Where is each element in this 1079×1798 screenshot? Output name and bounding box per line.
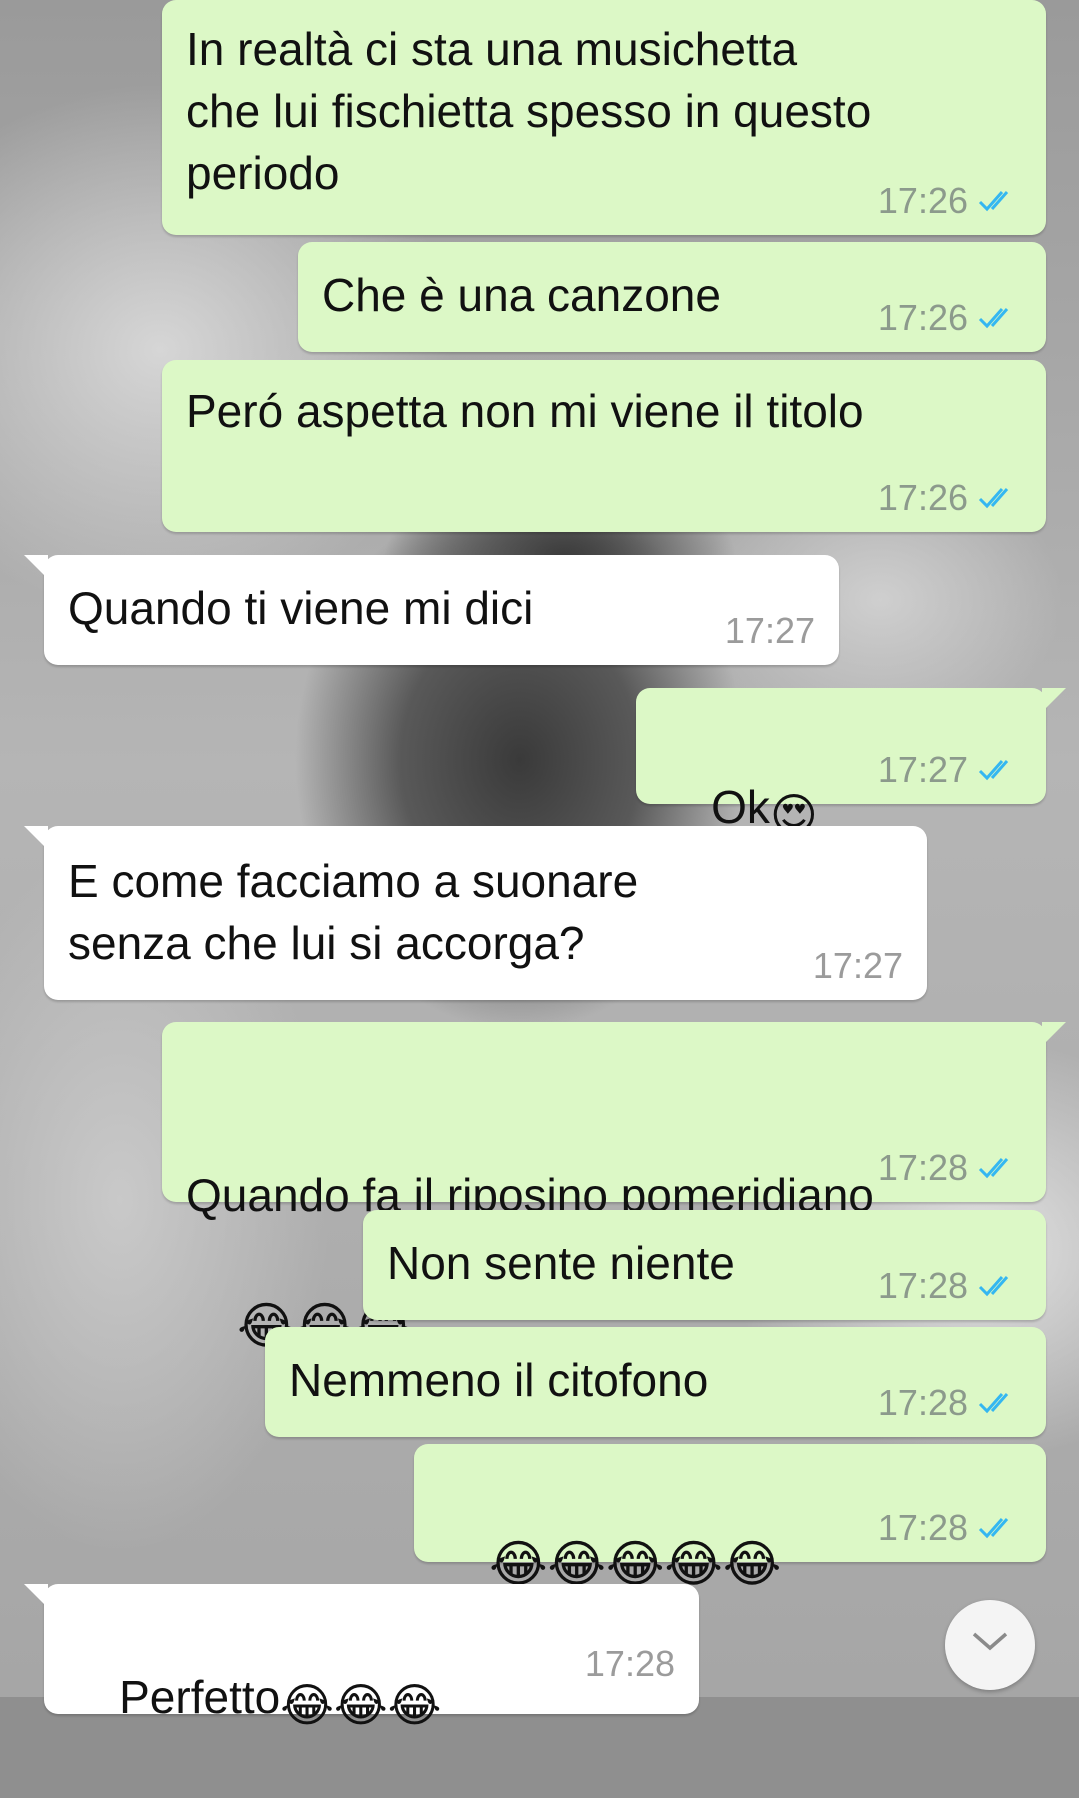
double-check-icon bbox=[978, 1155, 1022, 1181]
double-check-icon bbox=[978, 1273, 1022, 1299]
message-time: 17:27 bbox=[812, 945, 903, 986]
double-check-icon bbox=[978, 188, 1022, 214]
double-check-icon bbox=[978, 757, 1022, 783]
message-meta: 17:28 bbox=[878, 1148, 1022, 1188]
message-meta: 17:26 bbox=[878, 181, 1022, 221]
message-text: Peró aspetta non mi viene il titolo bbox=[186, 385, 864, 437]
message-text: Quando ti viene mi dici bbox=[68, 582, 534, 634]
message-bubble-outgoing[interactable]: In realtà ci sta una musichetta che lui … bbox=[162, 0, 1046, 235]
message-meta: 17:27 bbox=[813, 946, 903, 986]
message-bubble-outgoing[interactable]: Ok😍 17:27 bbox=[636, 688, 1066, 841]
double-check-icon bbox=[978, 305, 1022, 331]
message-bubble-outgoing[interactable]: Che è una canzone 17:26 bbox=[298, 242, 1046, 352]
double-check-icon bbox=[978, 1390, 1022, 1416]
message-text: Perfetto😂😂😂 bbox=[68, 1604, 441, 1798]
message-text: In realtà ci sta una musichetta che lui … bbox=[186, 23, 872, 199]
message-time: 17:27 bbox=[724, 610, 815, 651]
message-meta: 17:27 bbox=[725, 611, 815, 651]
message-time: 17:28 bbox=[877, 1382, 968, 1423]
double-check-icon bbox=[978, 485, 1022, 511]
message-bubble-outgoing[interactable]: Peró aspetta non mi viene il titolo 17:2… bbox=[162, 360, 1046, 532]
message-time: 17:28 bbox=[877, 1147, 968, 1188]
message-time: 17:26 bbox=[877, 297, 968, 338]
message-time: 17:27 bbox=[877, 749, 968, 790]
message-time: 17:28 bbox=[584, 1643, 675, 1684]
message-text-body: Perfetto bbox=[119, 1671, 281, 1723]
message-meta: 17:28 bbox=[878, 1383, 1022, 1423]
message-time: 17:28 bbox=[877, 1507, 968, 1548]
message-bubble-outgoing[interactable]: Quando fa il riposino pomeridiano 😂😂😂 17… bbox=[162, 1022, 1066, 1354]
message-text: Che è una canzone bbox=[322, 269, 721, 321]
tears-of-joy-emoji-icon: 😂😂😂 bbox=[280, 1679, 442, 1731]
message-text: Non sente niente bbox=[387, 1237, 735, 1289]
double-check-icon bbox=[978, 1515, 1022, 1541]
message-bubble-incoming[interactable]: Quando ti viene mi dici 17:27 bbox=[24, 555, 839, 665]
message-bubble-outgoing[interactable]: Nemmeno il citofono 17:28 bbox=[265, 1327, 1046, 1437]
message-bubble-outgoing[interactable]: Non sente niente 17:28 bbox=[363, 1210, 1046, 1320]
message-time: 17:26 bbox=[877, 180, 968, 221]
message-meta: 17:28 bbox=[585, 1644, 675, 1684]
message-meta: 17:28 bbox=[878, 1266, 1022, 1306]
chevron-down-icon bbox=[970, 1630, 1010, 1661]
message-bubble-incoming[interactable]: E come facciamo a suonare senza che lui … bbox=[24, 826, 927, 1000]
scroll-to-bottom-button[interactable] bbox=[945, 1600, 1035, 1690]
message-bubble-incoming[interactable]: Perfetto😂😂😂 17:28 bbox=[24, 1584, 699, 1731]
message-meta: 17:28 bbox=[878, 1508, 1022, 1548]
message-meta: 17:27 bbox=[878, 750, 1022, 790]
message-time: 17:26 bbox=[877, 477, 968, 518]
message-text: E come facciamo a suonare senza che lui … bbox=[68, 855, 639, 969]
message-time: 17:28 bbox=[877, 1265, 968, 1306]
message-meta: 17:26 bbox=[878, 298, 1022, 338]
message-text: Nemmeno il citofono bbox=[289, 1354, 709, 1406]
message-bubble-outgoing[interactable]: 😂😂😂😂😂 17:28 bbox=[414, 1444, 1046, 1592]
message-meta: 17:26 bbox=[878, 478, 1022, 518]
